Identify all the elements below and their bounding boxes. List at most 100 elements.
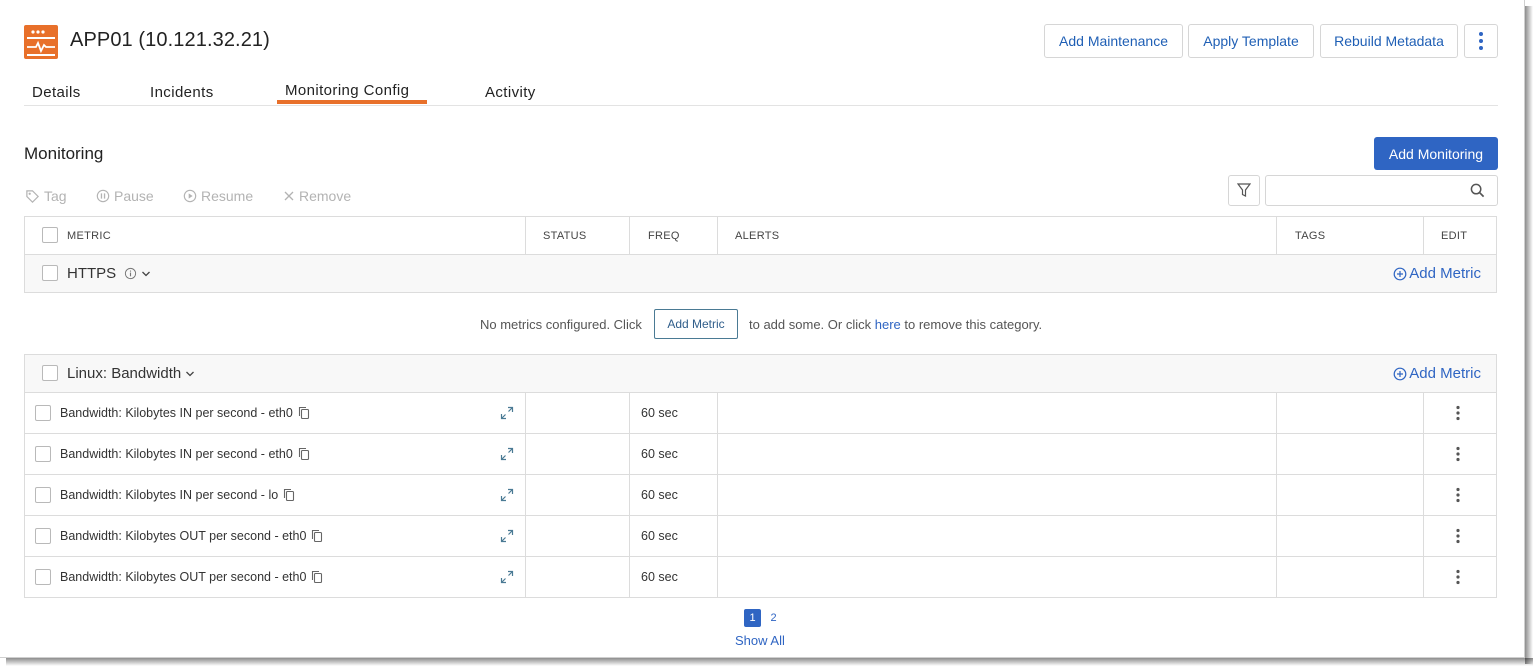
column-divider [1276, 516, 1277, 556]
column-divider [525, 393, 526, 433]
tab-monitoring-config[interactable]: Monitoring Config [285, 82, 409, 99]
apply-template-button[interactable]: Apply Template [1188, 24, 1314, 58]
row-menu-icon[interactable] [1455, 446, 1461, 462]
plus-circle-icon [1393, 367, 1407, 380]
group-checkbox[interactable] [42, 265, 58, 281]
show-all-link[interactable]: Show All [735, 633, 785, 648]
row-checkbox[interactable] [35, 446, 51, 462]
column-header-tags[interactable]: TAGS [1295, 230, 1325, 242]
column-divider [717, 475, 718, 515]
column-header-edit: EDIT [1441, 230, 1468, 242]
close-icon [284, 191, 294, 201]
active-tab-indicator [277, 100, 427, 104]
pause-action[interactable]: Pause [96, 188, 154, 204]
remove-category-link[interactable]: here [875, 317, 901, 332]
more-actions-button[interactable] [1464, 24, 1498, 58]
row-checkbox[interactable] [35, 569, 51, 585]
expand-icon[interactable] [500, 447, 514, 461]
column-divider [1276, 557, 1277, 597]
column-divider [629, 516, 630, 556]
expand-icon[interactable] [500, 406, 514, 420]
table-row: Bandwidth: Kilobytes OUT per second - et… [24, 557, 1497, 598]
tab-activity[interactable]: Activity [485, 84, 536, 101]
copy-icon[interactable] [298, 447, 310, 461]
search-icon[interactable] [1470, 183, 1485, 198]
metric-cell: Bandwidth: Kilobytes OUT per second - et… [60, 570, 323, 584]
add-metric-label: Add Metric [1409, 365, 1481, 382]
freq-cell: 60 sec [641, 488, 678, 502]
row-checkbox[interactable] [35, 405, 51, 421]
tab-details[interactable]: Details [32, 84, 81, 101]
page-2-button[interactable]: 2 [765, 609, 782, 627]
metric-name: Bandwidth: Kilobytes OUT per second - et… [60, 570, 307, 584]
pause-icon [96, 189, 110, 203]
column-divider [1423, 475, 1424, 515]
remove-action[interactable]: Remove [283, 188, 351, 204]
copy-icon[interactable] [311, 570, 323, 584]
row-menu-icon[interactable] [1455, 487, 1461, 503]
add-maintenance-button[interactable]: Add Maintenance [1044, 24, 1183, 58]
plus-circle-icon [1393, 267, 1407, 280]
select-all-checkbox[interactable] [42, 227, 58, 243]
copy-icon[interactable] [283, 488, 295, 502]
add-metric-label: Add Metric [1409, 265, 1481, 282]
group-checkbox[interactable] [42, 365, 58, 381]
info-icon[interactable] [124, 267, 137, 280]
column-divider [629, 475, 630, 515]
freq-cell: 60 sec [641, 529, 678, 543]
copy-icon[interactable] [298, 406, 310, 420]
remove-label: Remove [299, 188, 352, 204]
column-divider [1276, 475, 1277, 515]
rebuild-metadata-button[interactable]: Rebuild Metadata [1320, 24, 1458, 58]
resume-label: Resume [201, 188, 254, 204]
inline-add-metric-button[interactable]: Add Metric [654, 309, 738, 339]
table-row: Bandwidth: Kilobytes IN per second - eth… [24, 434, 1497, 475]
table-row: Bandwidth: Kilobytes IN per second - eth… [24, 393, 1497, 434]
column-header-metric[interactable]: METRIC [67, 230, 111, 242]
column-divider [629, 393, 630, 433]
metrics-table: METRIC STATUS FREQ ALERTS TAGS EDIT HTTP… [24, 216, 1497, 599]
device-title: APP01 (10.121.32.21) [70, 29, 270, 51]
search-box [1265, 175, 1498, 206]
page-1-button[interactable]: 1 [744, 609, 761, 627]
chevron-down-icon [186, 371, 195, 376]
column-divider [1276, 434, 1277, 474]
table-header: METRIC STATUS FREQ ALERTS TAGS EDIT [24, 216, 1497, 255]
row-checkbox[interactable] [35, 487, 51, 503]
group-toggle[interactable]: Linux: Bandwidth [67, 365, 195, 382]
row-menu-icon[interactable] [1455, 528, 1461, 544]
filter-button[interactable] [1228, 175, 1260, 206]
expand-icon[interactable] [500, 488, 514, 502]
column-header-status[interactable]: STATUS [543, 230, 587, 242]
column-divider [1423, 516, 1424, 556]
tag-action[interactable]: Tag [25, 188, 67, 204]
tab-incidents[interactable]: Incidents [150, 84, 214, 101]
column-divider [1276, 393, 1277, 433]
column-header-freq[interactable]: FREQ [648, 230, 680, 242]
section-title: Monitoring [24, 144, 104, 163]
metric-cell: Bandwidth: Kilobytes IN per second - eth… [60, 406, 310, 420]
server-device-icon [24, 25, 58, 59]
row-menu-icon[interactable] [1455, 569, 1461, 585]
column-divider [1423, 393, 1424, 433]
add-monitoring-button[interactable]: Add Monitoring [1374, 137, 1498, 170]
empty-message-end: to remove this category. [904, 317, 1043, 332]
add-metric-link[interactable]: Add Metric [1393, 265, 1481, 282]
metric-name: Bandwidth: Kilobytes OUT per second - et… [60, 529, 307, 543]
group-toggle[interactable]: HTTPS [67, 265, 151, 282]
expand-icon[interactable] [500, 570, 514, 584]
column-divider [1276, 217, 1277, 255]
expand-icon[interactable] [500, 529, 514, 543]
copy-icon[interactable] [311, 529, 323, 543]
window-shadow [6, 658, 1533, 666]
row-checkbox[interactable] [35, 528, 51, 544]
add-metric-link[interactable]: Add Metric [1393, 365, 1481, 382]
search-input[interactable] [1272, 180, 1462, 202]
row-menu-icon[interactable] [1455, 405, 1461, 421]
tab-bar: Details Incidents Monitoring Config Acti… [24, 82, 1498, 106]
column-header-alerts[interactable]: ALERTS [735, 230, 779, 242]
app-window: APP01 (10.121.32.21) Add Maintenance App… [0, 0, 1525, 658]
resume-action[interactable]: Resume [183, 188, 253, 204]
tag-label: Tag [44, 188, 67, 204]
freq-cell: 60 sec [641, 570, 678, 584]
